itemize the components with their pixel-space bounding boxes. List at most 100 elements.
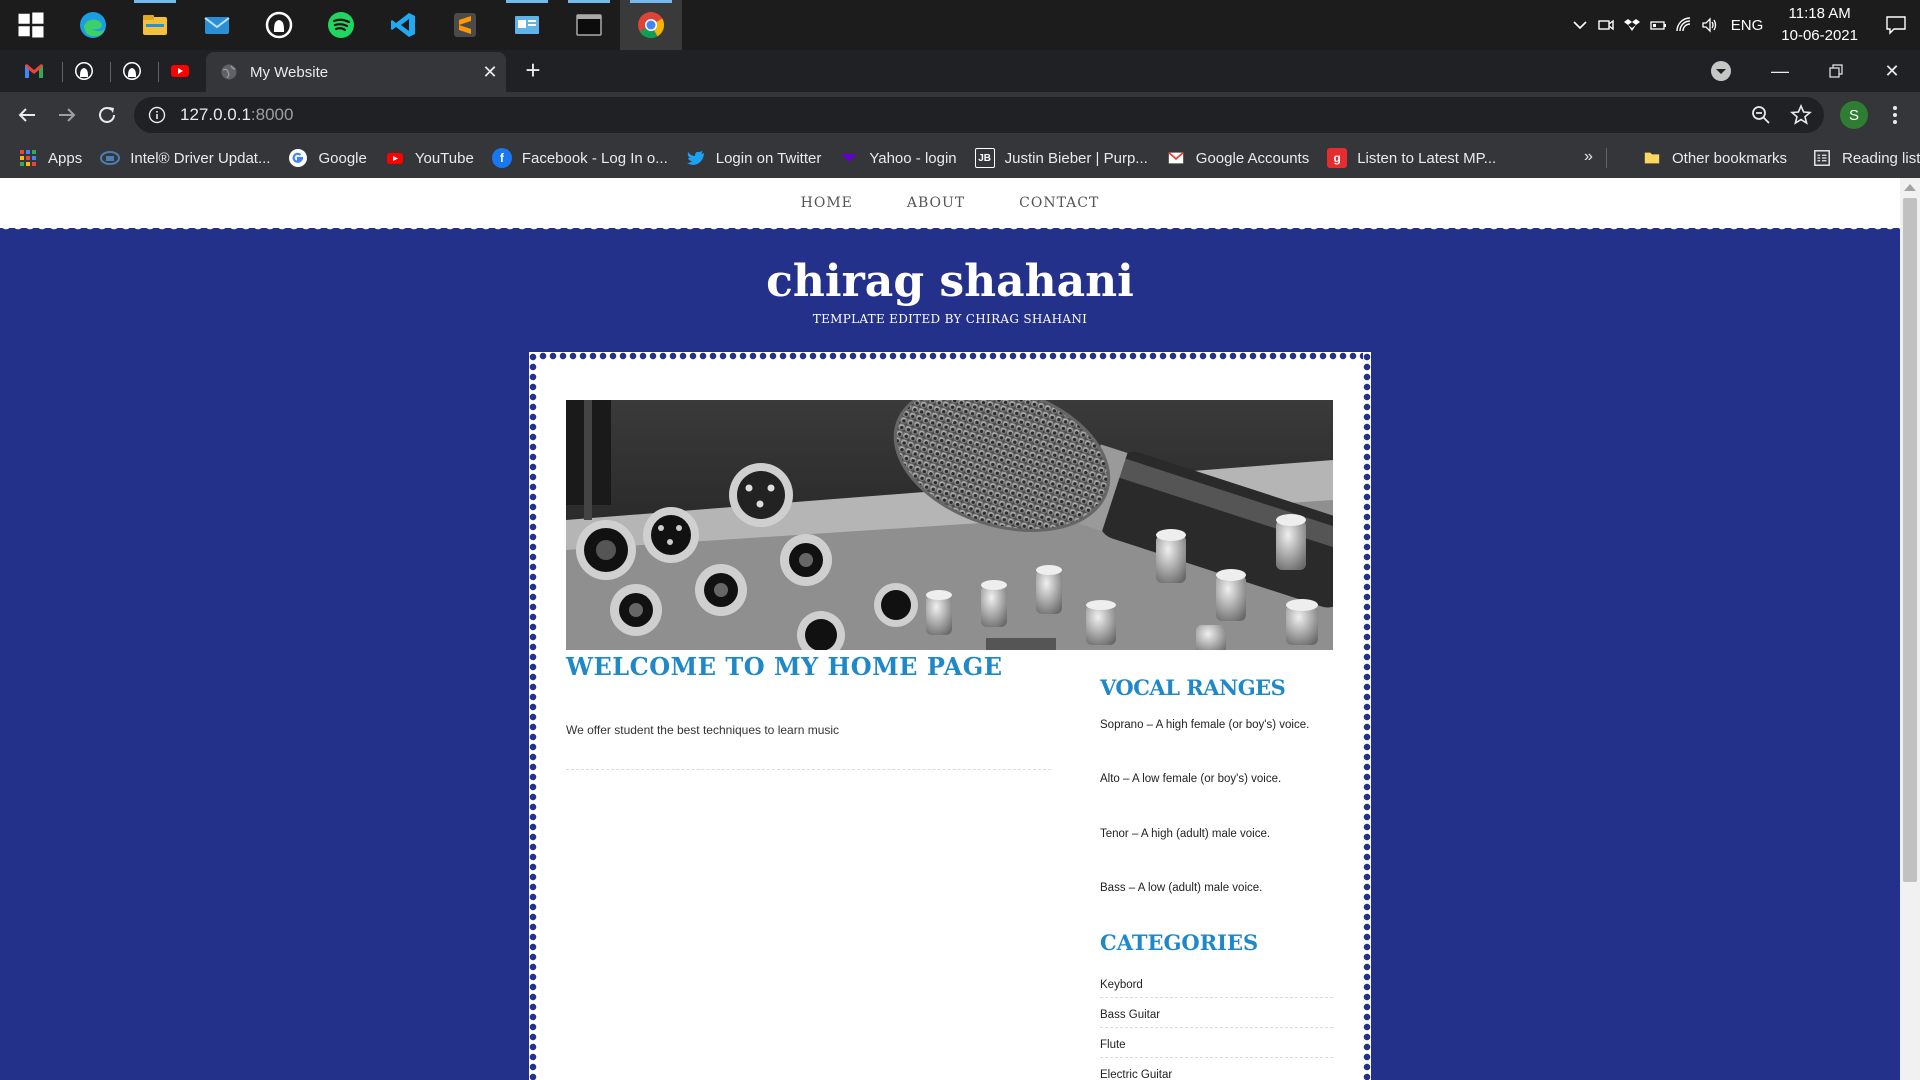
spotify-icon <box>328 12 354 38</box>
info-icon[interactable] <box>148 106 166 124</box>
pinned-tab-gmail[interactable] <box>10 50 58 92</box>
nav-home-link[interactable]: HOME <box>801 195 853 211</box>
nav-about-link[interactable]: ABOUT <box>907 195 965 211</box>
windows-start-button[interactable] <box>0 0 62 50</box>
reading-list-button[interactable]: Reading list <box>1812 138 1920 178</box>
tab-my-website[interactable]: My Website ✕ <box>206 52 506 92</box>
welcome-text: We offer student the best techniques to … <box>566 723 840 737</box>
pinned-tab-youtube[interactable] <box>156 50 204 92</box>
category-link-keyboard[interactable]: Keybord <box>1100 979 1333 998</box>
browser-toolbar: 127.0.0.1:8000 S <box>0 92 1920 138</box>
taskbar-file-explorer[interactable] <box>124 0 186 50</box>
bookmark-label: Facebook - Log In o... <box>521 149 668 167</box>
taskbar-sublime-text[interactable] <box>434 0 496 50</box>
bookmark-label: Google <box>318 149 367 167</box>
battery-icon[interactable] <box>1645 0 1671 50</box>
bookmark-label: Google Accounts <box>1195 149 1310 167</box>
vscode-icon <box>391 13 415 37</box>
clock-time: 11:18 AM <box>1788 5 1851 22</box>
taskbar-edge[interactable] <box>62 0 124 50</box>
site-navigation: HOME ABOUT CONTACT <box>0 178 1900 228</box>
github-desktop-icon <box>265 11 293 39</box>
nav-scalloped-edge <box>0 224 1900 234</box>
edge-icon <box>80 12 106 38</box>
stamp-edge-right <box>1363 352 1371 1080</box>
facebook-icon: f <box>491 148 512 168</box>
categories-heading: CATEGORIES <box>1100 930 1259 955</box>
bookmark-youtube[interactable]: YouTube <box>385 148 474 168</box>
taskbar-spotify[interactable] <box>310 0 372 50</box>
back-button[interactable] <box>10 98 44 132</box>
scroll-up-arrow-icon[interactable] <box>1904 184 1916 191</box>
bookmark-label: Yahoo - login <box>869 149 957 167</box>
arrow-left-icon <box>18 108 35 122</box>
gaana-icon: g <box>1327 148 1348 168</box>
wifi-icon[interactable] <box>1671 0 1697 50</box>
folder-icon <box>143 15 167 35</box>
tab-close-icon[interactable]: ✕ <box>474 62 506 83</box>
chevron-up-icon[interactable] <box>1567 0 1593 50</box>
bookmark-google[interactable]: Google <box>288 148 367 168</box>
zoom-icon[interactable] <box>1748 101 1774 129</box>
control-panel-icon <box>515 16 539 34</box>
taskbar-control-panel[interactable] <box>496 0 558 50</box>
restore-button[interactable] <box>1808 50 1864 92</box>
bookmark-apps[interactable]: Apps <box>18 148 82 168</box>
reload-button[interactable] <box>90 98 124 132</box>
pinned-tab-github-2[interactable] <box>108 50 156 92</box>
address-bar[interactable]: 127.0.0.1:8000 <box>134 97 1824 133</box>
web-page-viewport: HOME ABOUT CONTACT chirag shahani TEMPLA… <box>0 178 1920 1080</box>
bookmark-yahoo[interactable]: Yahoo - login <box>839 148 957 168</box>
url-port: :8000 <box>250 105 294 124</box>
taskbar-mail[interactable] <box>186 0 248 50</box>
notification-center-icon[interactable] <box>1872 0 1920 50</box>
profile-avatar[interactable]: S <box>1840 101 1868 129</box>
bookmark-star-icon[interactable] <box>1788 101 1814 129</box>
reading-list-icon <box>1812 148 1832 168</box>
taskbar-terminal[interactable] <box>558 0 620 50</box>
browser-menu-icon[interactable] <box>1880 98 1910 132</box>
windows-taskbar: ENG 11:18 AM 10-06-2021 <box>0 0 1920 50</box>
meet-now-icon[interactable] <box>1593 0 1619 50</box>
page-scrollbar[interactable] <box>1900 178 1920 1080</box>
scrollbar-thumb[interactable] <box>1903 198 1917 882</box>
taskbar-github-desktop[interactable] <box>248 0 310 50</box>
volume-icon[interactable] <box>1697 0 1723 50</box>
vocal-range-item: Alto – A low female (or boy's) voice. <box>1100 773 1282 785</box>
nav-contact-link[interactable]: CONTACT <box>1019 195 1099 211</box>
clock[interactable]: 11:18 AM 10-06-2021 <box>1775 3 1872 47</box>
taskbar-chrome[interactable] <box>620 0 682 50</box>
bookmark-facebook[interactable]: f Facebook - Log In o... <box>491 148 668 168</box>
category-link-flute[interactable]: Flute <box>1100 1039 1333 1058</box>
bookmark-twitter[interactable]: Login on Twitter <box>686 148 821 168</box>
site-title: chirag shahani <box>766 256 1134 307</box>
bookmark-label: Reading list <box>1842 149 1920 167</box>
bookmark-label: Intel® Driver Updat... <box>130 149 271 167</box>
vocal-ranges-heading: VOCAL RANGES <box>1100 675 1286 700</box>
taskbar-vscode[interactable] <box>372 0 434 50</box>
vocal-range-item: Tenor – A high (adult) male voice. <box>1100 828 1271 840</box>
language-indicator[interactable]: ENG <box>1723 17 1776 34</box>
bookmark-justin-bieber[interactable]: JB Justin Bieber | Purp... <box>974 148 1148 168</box>
new-tab-button[interactable]: + <box>518 56 548 86</box>
forward-button[interactable] <box>50 98 84 132</box>
bookmark-google-accounts[interactable]: Google Accounts <box>1166 148 1309 168</box>
bookmark-intel[interactable]: Intel® Driver Updat... <box>100 148 270 168</box>
bookmarks-bar: Apps Intel® Driver Updat... Google YouTu… <box>0 138 1920 178</box>
category-link-bass-guitar[interactable]: Bass Guitar <box>1100 1009 1333 1028</box>
dropbox-icon[interactable] <box>1619 0 1645 50</box>
system-tray: ENG 11:18 AM 10-06-2021 <box>1567 0 1920 50</box>
minimize-button[interactable]: — <box>1752 50 1808 92</box>
arrow-right-icon <box>59 108 76 122</box>
stamp-edge-top <box>529 352 1371 360</box>
more-bookmarks-button[interactable]: » <box>1584 148 1593 166</box>
close-window-button[interactable]: ✕ <box>1864 50 1920 92</box>
tab-search-icon[interactable] <box>1708 58 1734 84</box>
category-link-electric-guitar[interactable]: Electric Guitar <box>1100 1069 1333 1080</box>
other-bookmarks-folder[interactable]: Other bookmarks <box>1642 138 1787 178</box>
bookmark-label: Other bookmarks <box>1672 149 1788 167</box>
bookmark-gaana[interactable]: g Listen to Latest MP... <box>1327 148 1496 168</box>
pinned-tab-github[interactable] <box>60 50 108 92</box>
youtube-icon <box>385 148 405 168</box>
url-host: 127.0.0.1 <box>180 105 251 124</box>
